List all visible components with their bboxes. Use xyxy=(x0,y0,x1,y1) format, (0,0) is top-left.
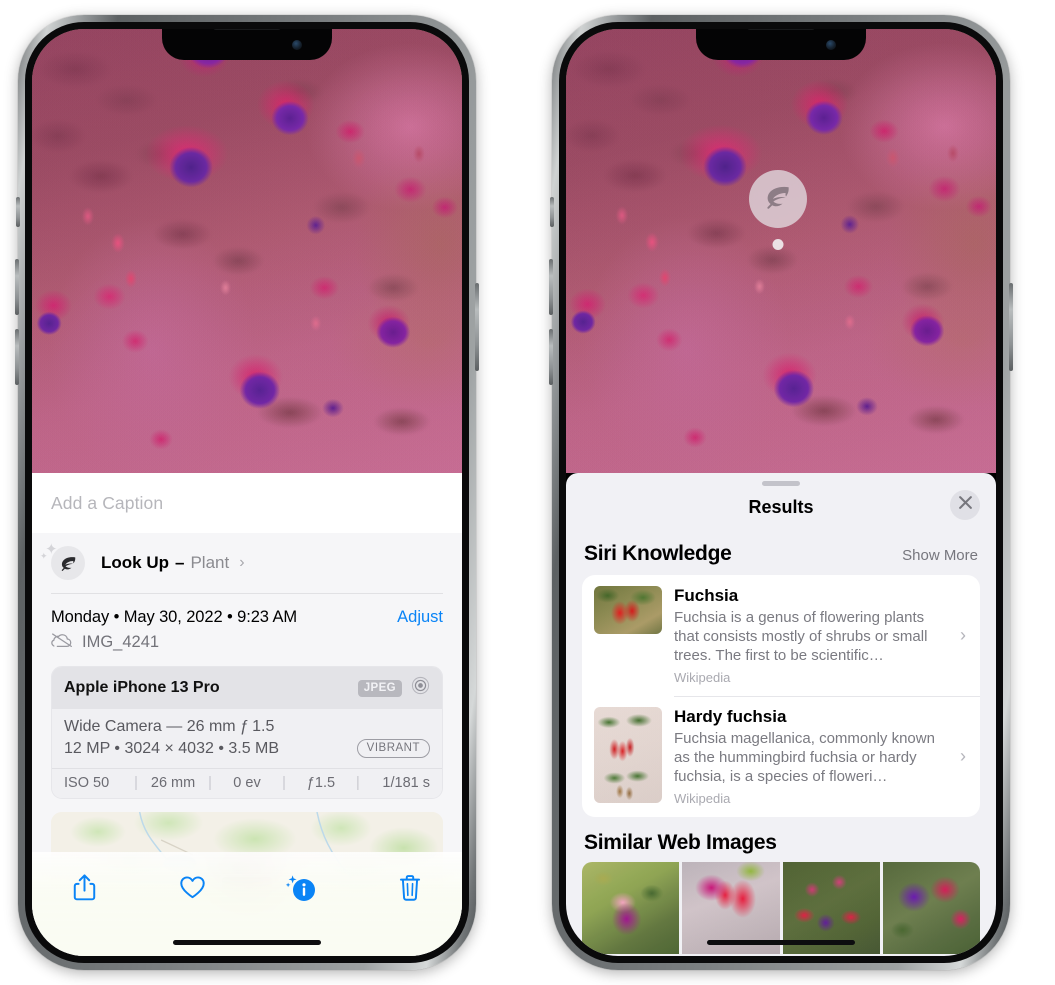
silent-switch[interactable] xyxy=(16,197,20,227)
look-up-label: Look Up xyxy=(101,553,169,572)
hardy-fuchsia-thumbnail xyxy=(594,707,662,803)
device-bezel-left: Add a Caption ✦ ✦ Look Up – Plant › Mond… xyxy=(25,22,469,963)
screen-right: Results Siri Knowledge Show More Fuchsia… xyxy=(566,29,996,956)
show-more-button[interactable]: Show More xyxy=(902,547,978,564)
close-icon xyxy=(958,495,973,515)
fuchsia-thumbnail xyxy=(594,586,662,634)
similar-web-images-title: Similar Web Images xyxy=(584,831,777,854)
look-up-row[interactable]: ✦ ✦ Look Up – Plant › xyxy=(32,533,462,593)
iphone-device-right: Results Siri Knowledge Show More Fuchsia… xyxy=(549,15,1013,970)
plant-detection-badge[interactable] xyxy=(749,170,807,250)
list-item[interactable]: Fuchsia Fuchsia is a genus of flowering … xyxy=(582,575,980,696)
style-badge: VIBRANT xyxy=(356,739,430,758)
volume-up-button[interactable] xyxy=(15,259,19,315)
aperture-icon xyxy=(411,676,430,700)
look-up-subject: Plant xyxy=(190,553,230,572)
adjust-button[interactable]: Adjust xyxy=(397,608,443,627)
siri-knowledge-title: Siri Knowledge xyxy=(584,542,732,565)
file-row: IMG_4241 xyxy=(32,627,462,666)
share-icon xyxy=(72,873,97,907)
knowledge-description: Fuchsia is a genus of flowering plants t… xyxy=(674,609,928,664)
web-image-4[interactable] xyxy=(882,862,980,954)
exif-focal: 26 mm xyxy=(150,775,196,791)
photo-buds-layer xyxy=(566,29,996,473)
exif-aperture: ƒ1.5 xyxy=(306,775,336,791)
size-info: 12 MP • 3024 × 4032 • 3.5 MB xyxy=(64,739,280,757)
web-image-1[interactable] xyxy=(582,862,680,954)
knowledge-description: Fuchsia magellanica, commonly known as t… xyxy=(674,730,935,785)
exif-row: ISO 50 | 26 mm | 0 ev | ƒ1.5 | 1/181 s xyxy=(52,768,442,798)
delete-button[interactable] xyxy=(382,870,438,910)
leaf-icon xyxy=(763,182,793,217)
earpiece-speaker xyxy=(747,29,815,30)
exif-exposure: 0 ev xyxy=(233,775,261,791)
power-button[interactable] xyxy=(1009,283,1013,371)
look-up-label-group: Look Up – Plant › xyxy=(101,553,245,573)
share-button[interactable] xyxy=(56,870,112,910)
caption-placeholder: Add a Caption xyxy=(51,492,164,513)
knowledge-source: Wikipedia xyxy=(674,670,731,685)
metadata-badges: JPEG xyxy=(357,676,430,700)
siri-knowledge-card: Fuchsia Fuchsia is a genus of flowering … xyxy=(582,575,980,817)
knowledge-title: Fuchsia xyxy=(674,586,739,605)
siri-knowledge-header: Siri Knowledge Show More xyxy=(566,528,996,575)
home-indicator[interactable] xyxy=(173,940,321,945)
screenshot-canvas: Add a Caption ✦ ✦ Look Up – Plant › Mond… xyxy=(0,0,1055,985)
heart-icon xyxy=(179,875,206,905)
look-up-icon-group: ✦ ✦ xyxy=(40,542,85,580)
volume-up-button[interactable] xyxy=(549,259,553,315)
favorite-button[interactable] xyxy=(165,870,221,910)
trash-icon xyxy=(398,874,422,907)
home-indicator[interactable] xyxy=(707,940,855,945)
chevron-right-icon: › xyxy=(239,554,245,571)
results-sheet: Results Siri Knowledge Show More Fuchsia… xyxy=(566,473,996,956)
silent-switch[interactable] xyxy=(550,197,554,227)
photo-viewer-left[interactable] xyxy=(32,29,462,475)
list-item[interactable]: Hardy fuchsia Fuchsia magellanica, commo… xyxy=(582,696,980,817)
device-bezel-right: Results Siri Knowledge Show More Fuchsia… xyxy=(559,22,1003,963)
metadata-header: Apple iPhone 13 Pro JPEG xyxy=(52,667,442,709)
exif-shutter: 1/181 s xyxy=(382,775,430,791)
camera-metadata-card[interactable]: Apple iPhone 13 Pro JPEG Wide Camera — 2… xyxy=(51,666,443,799)
file-name: IMG_4241 xyxy=(82,633,160,651)
metadata-subsection: Wide Camera — 26 mm ƒ 1.5 12 MP • 3024 ×… xyxy=(52,709,442,768)
similar-web-images-header: Similar Web Images xyxy=(566,817,996,862)
chevron-right-icon: › xyxy=(960,625,966,645)
lens-info: Wide Camera — 26 mm ƒ 1.5 xyxy=(64,718,275,735)
iphone-device-left: Add a Caption ✦ ✦ Look Up – Plant › Mond… xyxy=(15,15,479,970)
exif-iso: ISO 50 xyxy=(64,775,110,791)
photo-buds-layer xyxy=(32,29,462,475)
info-button[interactable] xyxy=(273,870,329,910)
knowledge-source: Wikipedia xyxy=(674,791,731,806)
volume-down-button[interactable] xyxy=(549,329,553,385)
badge-pointer-dot xyxy=(772,239,784,250)
icloud-slash-icon xyxy=(51,632,73,653)
earpiece-speaker xyxy=(213,29,281,30)
volume-down-button[interactable] xyxy=(15,329,19,385)
look-up-dash: – xyxy=(175,553,185,572)
device-model: Apple iPhone 13 Pro xyxy=(64,679,220,696)
chevron-right-icon: › xyxy=(960,746,966,766)
power-button[interactable] xyxy=(475,283,479,371)
photo-info-sheet: Add a Caption ✦ ✦ Look Up – Plant › Mond… xyxy=(32,473,462,956)
close-button[interactable] xyxy=(950,490,980,520)
screen-left: Add a Caption ✦ ✦ Look Up – Plant › Mond… xyxy=(32,29,462,956)
results-title: Results xyxy=(748,496,814,517)
knowledge-title: Hardy fuchsia xyxy=(674,707,787,726)
results-header: Results xyxy=(566,486,996,528)
sparkle-small-icon: ✦ xyxy=(40,551,48,561)
info-sparkle-icon xyxy=(285,873,317,908)
format-badge: JPEG xyxy=(357,679,402,697)
notch-left xyxy=(162,29,332,60)
caption-input[interactable]: Add a Caption xyxy=(32,473,462,533)
knowledge-body: Fuchsia Fuchsia is a genus of flowering … xyxy=(674,586,948,685)
photo-viewer-right[interactable] xyxy=(566,29,996,473)
knowledge-body: Hardy fuchsia Fuchsia magellanica, commo… xyxy=(674,707,948,806)
date-row: Monday • May 30, 2022 • 9:23 AM Adjust xyxy=(32,594,462,627)
size-info-row: 12 MP • 3024 × 4032 • 3.5 MB VIBRANT xyxy=(64,739,430,758)
notch-right xyxy=(696,29,866,60)
front-camera-icon xyxy=(826,40,836,50)
photo-datetime: Monday • May 30, 2022 • 9:23 AM xyxy=(51,608,298,626)
front-camera-icon xyxy=(292,40,302,50)
